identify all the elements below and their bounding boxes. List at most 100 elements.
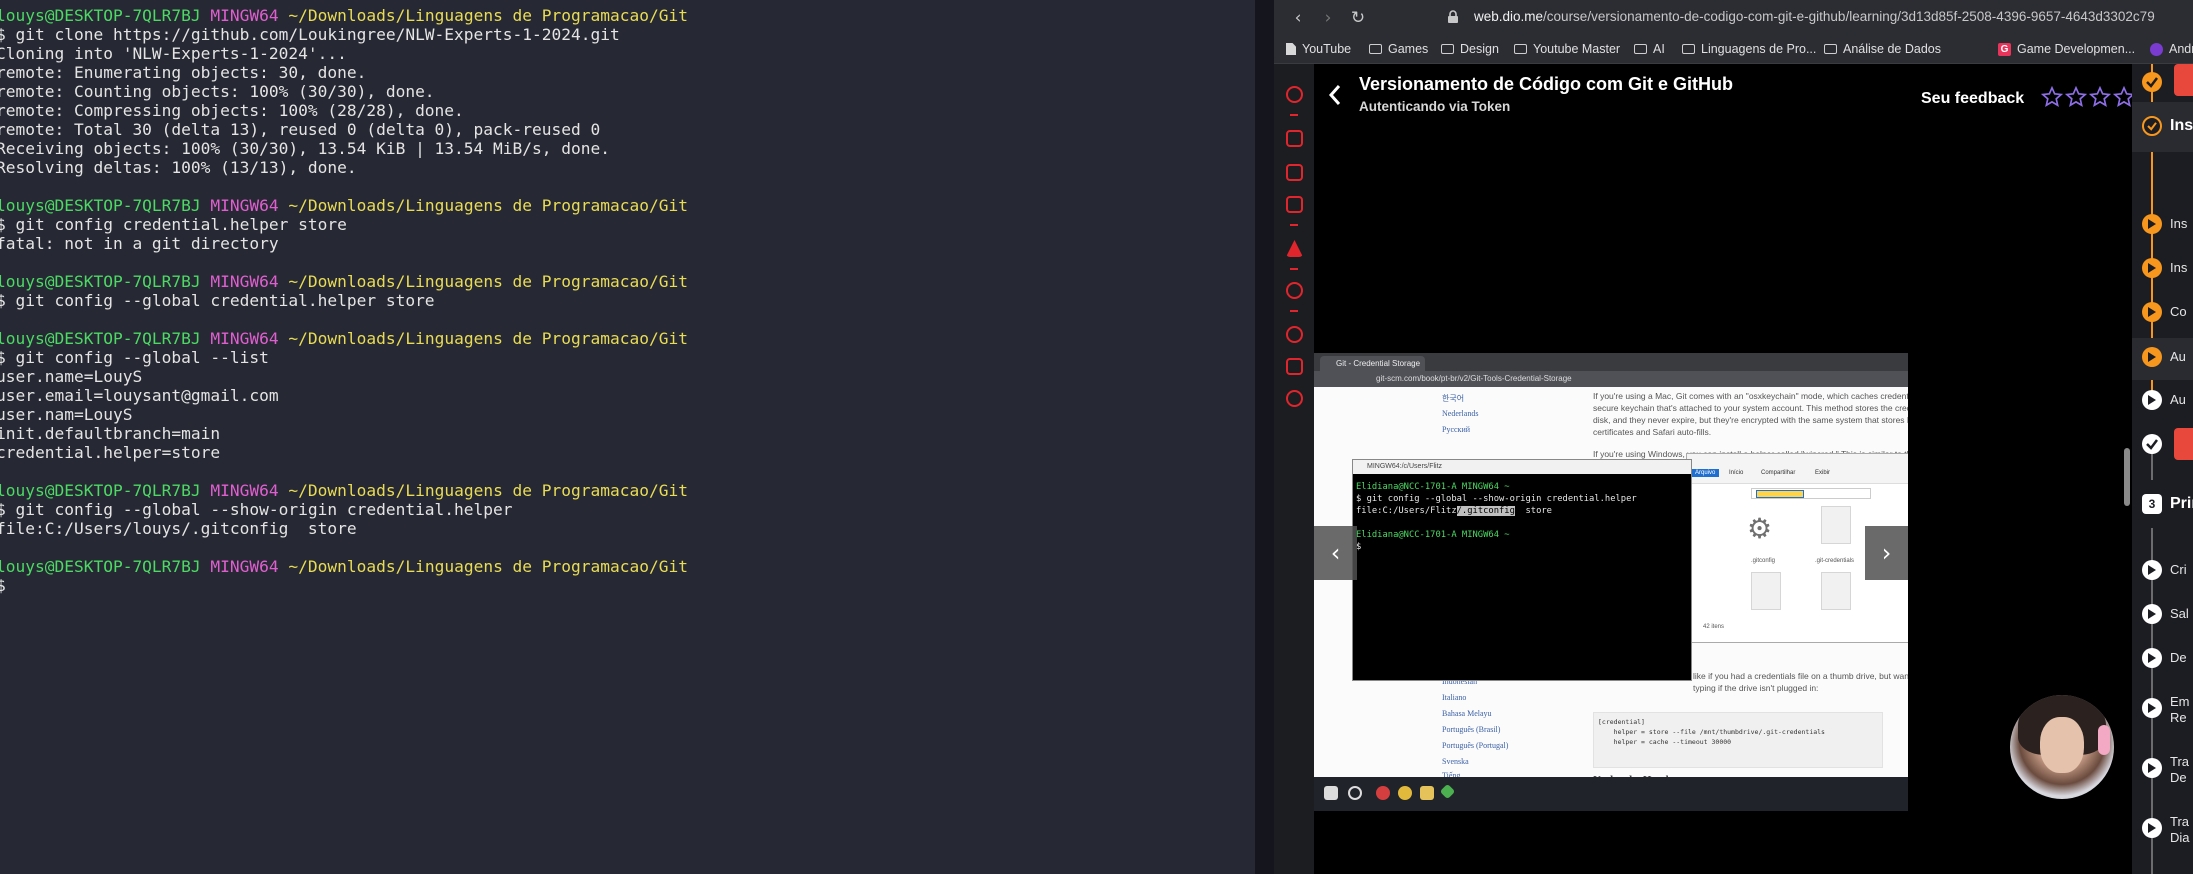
player-icon[interactable] — [1286, 282, 1303, 299]
lock-icon[interactable] — [1446, 10, 1460, 24]
complete-button[interactable] — [2174, 64, 2193, 96]
shared-file: file:C:/Users/Flitz — [1356, 506, 1457, 516]
video-next-button[interactable]: › — [1865, 526, 1908, 580]
bookmark-label: YouTube — [1302, 42, 1352, 56]
gear-icon[interactable] — [1286, 390, 1303, 407]
terminal-window[interactable]: louys@DESKTOP-7QLR7BJ MINGW64 ~/Download… — [0, 0, 1255, 874]
arrow-right-icon[interactable]: › — [1318, 8, 1338, 28]
video-player[interactable]: Git - Credential Storage git-scm.com/boo… — [1314, 128, 2114, 874]
terminal-output-line: Cloning into 'NLW-Experts-1-2024'... — [0, 44, 347, 63]
bookmark-ai[interactable]: AI — [1634, 42, 1665, 56]
history-icon[interactable] — [1286, 326, 1303, 343]
module-section[interactable]: 3 Prir — [2132, 480, 2193, 528]
chrome-icon — [1398, 786, 1412, 800]
lesson-label[interactable]: Em — [2170, 694, 2190, 709]
bookmark-analise-dados[interactable]: Análise de Dados — [1824, 42, 1941, 56]
file-label: .git-credentials — [1815, 558, 1855, 564]
cube-icon[interactable] — [1286, 358, 1303, 375]
lang-link: Português (Portugal) — [1442, 741, 1509, 750]
shopping-icon[interactable] — [1286, 130, 1303, 147]
windows-icon — [1324, 786, 1338, 800]
play-icon[interactable] — [2142, 302, 2162, 322]
lesson-label[interactable]: Cri — [2170, 562, 2187, 577]
extension-icon — [2150, 42, 2163, 56]
bookmark-games[interactable]: Games — [1369, 42, 1428, 56]
lesson-label[interactable]: Ins — [2170, 216, 2187, 231]
bookmark-label: Youtube Master — [1533, 42, 1621, 56]
lesson-label[interactable]: De — [2170, 770, 2187, 785]
bookmarks-bar: YouTube Games Design Youtube Master AI L… — [1274, 36, 2193, 64]
terminal-output-line: $ — [0, 576, 6, 595]
complete-button[interactable] — [2174, 428, 2193, 460]
ai-icon[interactable] — [1286, 240, 1303, 257]
sidebar-divider — [1290, 310, 1298, 312]
terminal-prompt-line: louys@DESKTOP-7QLR7BJ MINGW64 ~/Download… — [0, 557, 1255, 576]
terminal-prompt-line: louys@DESKTOP-7QLR7BJ MINGW64 ~/Download… — [0, 6, 1255, 25]
check-icon[interactable] — [2142, 434, 2162, 454]
module-section[interactable]: Inst — [2132, 102, 2193, 152]
lesson-label[interactable]: Sal — [2170, 606, 2189, 621]
check-icon[interactable] — [2142, 72, 2162, 92]
speed-dial-icon[interactable] — [1286, 86, 1303, 103]
bookmark-game-dev[interactable]: G Game Developmen... — [1998, 42, 2135, 56]
play-icon[interactable] — [2142, 604, 2162, 624]
lesson-active[interactable]: Au — [2132, 338, 2193, 380]
lesson-label[interactable]: Dia — [2170, 830, 2190, 845]
folder-icon — [1441, 44, 1454, 54]
bookmark-youtube-master[interactable]: Youtube Master — [1514, 42, 1620, 56]
instagram-icon[interactable] — [1286, 196, 1303, 213]
lesson-label: Au — [2170, 349, 2186, 364]
play-icon[interactable] — [2142, 698, 2162, 718]
bookmark-linguagens[interactable]: Linguagens de Pro... — [1682, 42, 1816, 56]
file-icon — [1821, 506, 1851, 544]
terminal-output-line: user.name=LouyS — [0, 367, 143, 386]
search-icon — [1348, 786, 1362, 800]
terminal-output-line: remote: Counting objects: 100% (30/30), … — [0, 82, 435, 101]
terminal-output-line: $ git config --global credential.helper … — [0, 291, 435, 310]
lesson-label[interactable]: Re — [2170, 710, 2187, 725]
twitch-icon[interactable] — [1286, 164, 1303, 181]
star-icon[interactable] — [2065, 86, 2087, 108]
page-icon — [1286, 43, 1296, 55]
lesson-title: Autenticando via Token — [1359, 99, 1511, 114]
arrow-left-icon[interactable]: ‹ — [1288, 8, 1308, 28]
reload-icon[interactable]: ↻ — [1348, 8, 1368, 28]
lesson-label[interactable]: Co — [2170, 304, 2187, 319]
play-icon[interactable] — [2142, 758, 2162, 778]
bookmark-andr[interactable]: Andr — [2150, 42, 2193, 56]
lesson-label[interactable]: Au — [2170, 392, 2186, 407]
doc-text: If you're using a Mac, Git comes with an… — [1593, 391, 1908, 401]
lesson-label[interactable]: Tra — [2170, 754, 2189, 769]
lesson-label[interactable]: Tra — [2170, 814, 2189, 829]
play-icon[interactable] — [2142, 818, 2162, 838]
url-input[interactable]: web.dio.me/course/versionamento-de-codig… — [1474, 9, 2155, 24]
panel-scrollbar[interactable] — [2124, 448, 2130, 506]
lesson-label[interactable]: Ins — [2170, 260, 2187, 275]
prompt-user: louys@DESKTOP-7QLR7BJ — [0, 557, 201, 576]
lang-link: Nederlands — [1442, 409, 1479, 418]
play-icon[interactable] — [2142, 390, 2162, 410]
prompt-path: ~/Downloads/Linguagens de Programacao/Gi… — [288, 481, 688, 500]
video-prev-button[interactable]: ‹ — [1314, 526, 1357, 580]
check-icon — [2142, 116, 2162, 136]
play-icon[interactable] — [2142, 648, 2162, 668]
shared-terminal: MINGW64:/c/Users/Flitz Elidiana@NCC-1701… — [1352, 459, 1692, 681]
explorer-address — [1751, 488, 1871, 499]
course-header: Versionamento de Código com Git e GitHub… — [1314, 64, 2159, 128]
play-icon[interactable] — [2142, 258, 2162, 278]
bookmark-youtube[interactable]: YouTube — [1286, 42, 1351, 56]
bookmark-label: Linguagens de Pro... — [1701, 42, 1817, 56]
bookmark-design[interactable]: Design — [1441, 42, 1499, 56]
star-icon[interactable] — [2089, 86, 2111, 108]
chevron-left-icon[interactable] — [1328, 84, 1342, 106]
doc-text: certificates and Safari auto-fills. — [1593, 427, 1712, 437]
course-title: Versionamento de Código com Git e GitHub — [1359, 74, 1734, 94]
play-icon[interactable] — [2142, 560, 2162, 580]
star-icon[interactable] — [2041, 86, 2063, 108]
lesson-label[interactable]: De — [2170, 650, 2187, 665]
shared-prompt: Elidiana@NCC-1701-A MINGW64 ~ — [1356, 482, 1510, 492]
play-icon[interactable] — [2142, 214, 2162, 234]
